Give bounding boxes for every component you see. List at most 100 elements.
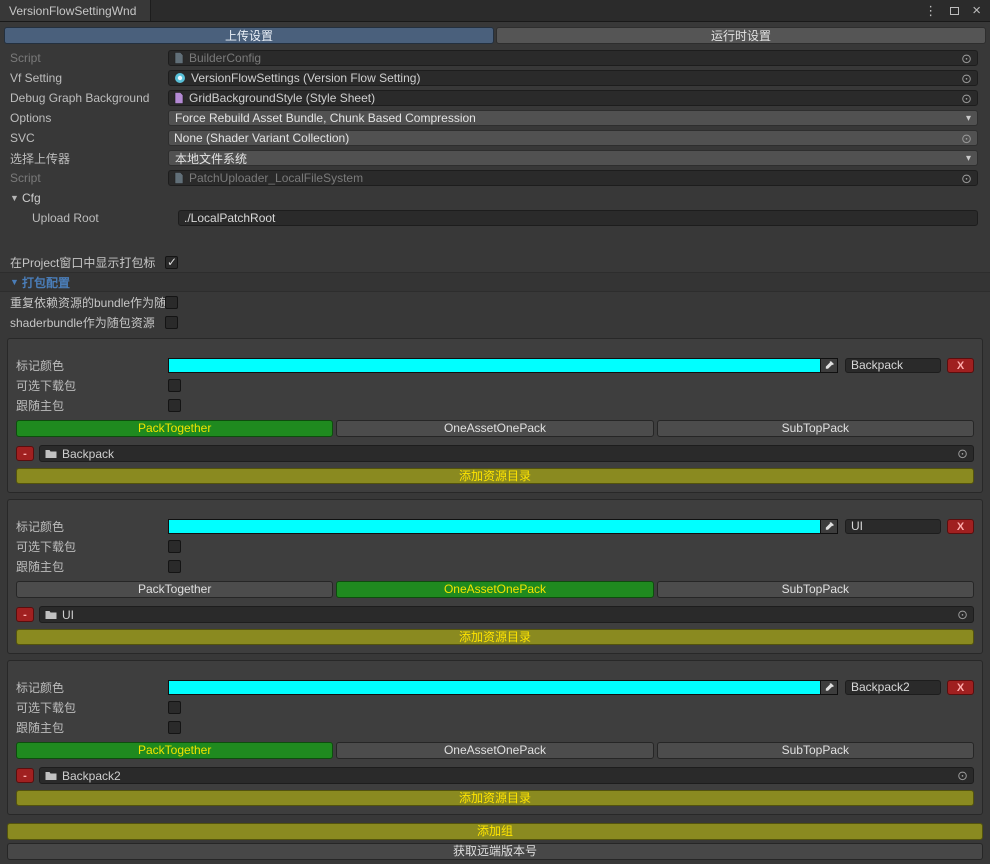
script2-label: Script [10,171,168,185]
window-maximize-icon[interactable] [950,7,959,15]
group-name-input[interactable] [845,358,941,373]
asset-dir-object-field[interactable]: Backpack ⊙ [39,445,974,462]
add-asset-dir-button[interactable]: 添加资源目录 [16,790,974,806]
dup-bundle-row: 重复依赖资源的bundle作为随 [0,292,990,312]
script2-object-field[interactable]: PatchUploader_LocalFileSystem ⊙ [168,170,978,186]
eyedropper-icon[interactable] [820,520,837,533]
script1-value: BuilderConfig [189,51,956,65]
follow-label: 跟随主包 [16,719,168,736]
object-picker-icon[interactable]: ⊙ [961,172,972,185]
remove-entry-button[interactable]: - [16,607,34,622]
shader-bundle-row: shaderbundle作为随包资源 [0,312,990,332]
delete-group-button[interactable]: X [947,680,974,695]
show-in-project-row: 在Project窗口中显示打包标 [0,252,990,272]
optional-download-checkbox[interactable] [168,379,181,392]
eyedropper-icon[interactable] [820,681,837,694]
delete-group-button[interactable]: X [947,519,974,534]
asset-dir-entry: - Backpack ⊙ [16,445,974,462]
group-color-field[interactable] [168,519,838,534]
vf-setting-object-field[interactable]: VersionFlowSettings (Version Flow Settin… [168,70,978,86]
color-label: 标记颜色 [16,679,168,696]
pack-mode-toggle-group: PackTogether OneAssetOnePack SubTopPack [16,581,974,598]
group-color-field[interactable] [168,358,838,373]
style-sheet-icon [174,92,184,104]
optional-label: 可选下载包 [16,377,168,394]
dup-bundle-label: 重复依赖资源的bundle作为随 [10,294,165,311]
window-tab[interactable]: VersionFlowSettingWnd [0,0,151,21]
optional-download-checkbox[interactable] [168,540,181,553]
dup-bundle-checkbox[interactable] [165,296,178,309]
window-menu-icon[interactable]: ⋮ [924,4,937,17]
remove-entry-button[interactable]: - [16,446,34,461]
mode-sub-top-pack[interactable]: SubTopPack [657,742,974,759]
optional-download-checkbox[interactable] [168,701,181,714]
window-close-icon[interactable]: × [972,3,981,18]
settings-tab-bar: 上传设置 运行时设置 [0,22,990,48]
follow-row: 跟随主包 [14,556,976,576]
pack-config-section-header[interactable]: ▼ 打包配置 [0,272,990,292]
debug-graph-object-field[interactable]: GridBackgroundStyle (Style Sheet) ⊙ [168,90,978,106]
follow-label: 跟随主包 [16,558,168,575]
add-asset-dir-button[interactable]: 添加资源目录 [16,629,974,645]
script2-row: Script PatchUploader_LocalFileSystem ⊙ [0,168,990,188]
mode-sub-top-pack[interactable]: SubTopPack [657,581,974,598]
object-picker-icon[interactable]: ⊙ [957,769,968,782]
tab-upload-settings[interactable]: 上传设置 [4,27,494,44]
color-label: 标记颜色 [16,357,168,374]
foldout-triangle-icon[interactable]: ▼ [10,277,22,287]
color-row: 标记颜色 X [14,516,976,536]
mode-one-asset-one-pack[interactable]: OneAssetOnePack [336,581,653,598]
add-group-button[interactable]: 添加组 [7,823,983,840]
uploader-value: 本地文件系统 [175,150,960,167]
pack-config-title: 打包配置 [22,274,70,291]
asset-dir-object-field[interactable]: Backpack2 ⊙ [39,767,974,784]
object-picker-icon[interactable]: ⊙ [961,72,972,85]
follow-main-checkbox[interactable] [168,560,181,573]
mode-one-asset-one-pack[interactable]: OneAssetOnePack [336,420,653,437]
svc-label: SVC [10,131,168,145]
mode-pack-together[interactable]: PackTogether [16,420,333,437]
remove-entry-button[interactable]: - [16,768,34,783]
spacer [0,228,990,252]
asset-dir-object-field[interactable]: UI ⊙ [39,606,974,623]
version-flow-setting-window: { "window": { "title": "VersionFlowSetti… [0,0,990,864]
object-picker-icon[interactable]: ⊙ [961,92,972,105]
shader-bundle-checkbox[interactable] [165,316,178,329]
cfg-foldout-label[interactable]: Cfg [22,191,41,205]
color-row: 标记颜色 X [14,677,976,697]
group-color-field[interactable] [168,680,838,695]
foldout-triangle-icon[interactable]: ▼ [10,193,22,203]
add-asset-dir-button[interactable]: 添加资源目录 [16,468,974,484]
optional-label: 可选下载包 [16,538,168,555]
asset-dir-value: UI [62,608,952,622]
folder-icon [45,610,57,620]
uploader-dropdown[interactable]: 本地文件系统 ▾ [168,150,978,166]
mode-pack-together[interactable]: PackTogether [16,581,333,598]
options-dropdown[interactable]: Force Rebuild Asset Bundle, Chunk Based … [168,110,978,126]
mode-one-asset-one-pack[interactable]: OneAssetOnePack [336,742,653,759]
svc-object-field[interactable]: None (Shader Variant Collection) ⊙ [168,130,978,146]
show-in-project-checkbox[interactable] [165,256,178,269]
follow-main-checkbox[interactable] [168,721,181,734]
optional-row: 可选下载包 [14,536,976,556]
group-name-input[interactable] [845,519,941,534]
mode-sub-top-pack[interactable]: SubTopPack [657,420,974,437]
pack-mode-toggle-group: PackTogether OneAssetOnePack SubTopPack [16,742,974,759]
fetch-remote-version-button[interactable]: 获取远端版本号 [7,843,983,860]
upload-root-row: Upload Root [0,208,990,228]
group-name-input[interactable] [845,680,941,695]
object-picker-icon[interactable]: ⊙ [957,608,968,621]
vf-setting-label: Vf Setting [10,71,168,85]
eyedropper-icon[interactable] [820,359,837,372]
upload-root-input[interactable] [178,210,978,226]
follow-main-checkbox[interactable] [168,399,181,412]
object-picker-icon[interactable]: ⊙ [957,447,968,460]
optional-row: 可选下载包 [14,697,976,717]
script1-object-field[interactable]: BuilderConfig ⊙ [168,50,978,66]
tab-runtime-settings[interactable]: 运行时设置 [496,27,986,44]
object-picker-icon[interactable]: ⊙ [961,132,972,145]
object-picker-icon[interactable]: ⊙ [961,52,972,65]
mode-pack-together[interactable]: PackTogether [16,742,333,759]
delete-group-button[interactable]: X [947,358,974,373]
asset-dir-value: Backpack [62,447,952,461]
